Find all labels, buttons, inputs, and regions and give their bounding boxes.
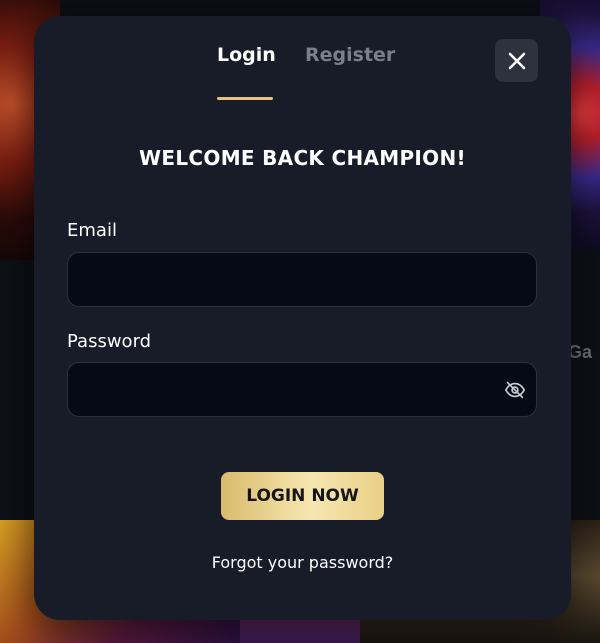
password-field[interactable] xyxy=(68,363,536,416)
email-field[interactable] xyxy=(68,253,536,306)
auth-tabs: Login Register xyxy=(34,44,571,114)
tab-login[interactable]: Login xyxy=(217,44,276,66)
tab-register[interactable]: Register xyxy=(305,44,395,66)
welcome-heading: WELCOME BACK CHAMPION! xyxy=(139,146,466,170)
password-field-container xyxy=(67,362,537,417)
email-label: Email xyxy=(67,220,117,241)
password-label: Password xyxy=(67,331,152,352)
active-tab-indicator xyxy=(217,97,273,100)
login-modal: Login Register WELCOME BACK CHAMPION! Em… xyxy=(34,16,571,620)
close-button[interactable] xyxy=(495,39,538,82)
close-icon xyxy=(508,52,525,69)
email-field-container xyxy=(67,252,537,307)
login-now-button[interactable]: LOGIN NOW xyxy=(221,472,384,520)
background-partial-text: Ga xyxy=(568,342,593,362)
eye-slash-icon[interactable] xyxy=(504,379,526,401)
forgot-password-link[interactable]: Forgot your password? xyxy=(34,553,571,572)
